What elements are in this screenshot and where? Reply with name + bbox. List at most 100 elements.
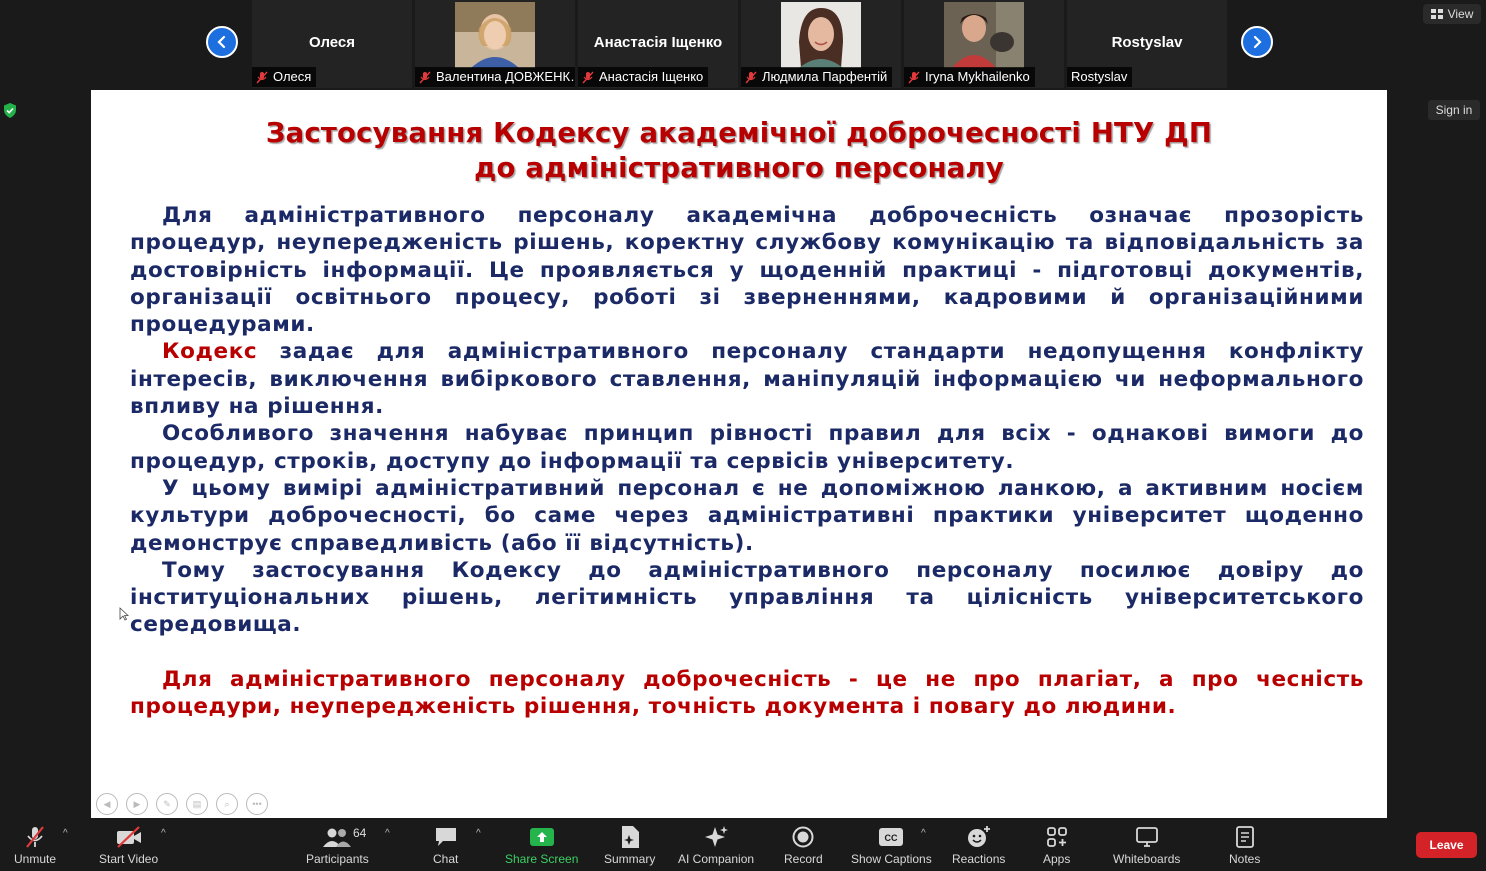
- ai-companion-label: AI Companion: [678, 852, 755, 866]
- start-video-label: Start Video: [99, 852, 159, 866]
- participant-label: Анастасія Іщенко: [578, 67, 709, 87]
- participant-photo: [944, 2, 1024, 68]
- participant-name: Олеся: [308, 34, 356, 51]
- participant-label-text: Людмила Парфентій: [762, 69, 888, 84]
- muted-mic-icon: [908, 71, 920, 83]
- next-page-button[interactable]: [1241, 26, 1273, 58]
- participant-strip: Олеся Олеся Валентина ДОВЖЕНК… Анастасія…: [0, 0, 1486, 90]
- participant-photo: [781, 2, 861, 68]
- chevron-left-icon: [217, 35, 226, 49]
- slide-tools: ◀ ▶ ✎ ▤ ⌕ •••: [96, 793, 268, 815]
- encryption-shield-icon[interactable]: [3, 103, 17, 118]
- participants-count: 64: [353, 826, 367, 840]
- slide-paragraph: У цьому вимірі адміністративний персонал…: [130, 475, 1364, 556]
- participant-tile[interactable]: Олеся Олеся: [252, 0, 412, 88]
- summary-button[interactable]: Summary: [604, 824, 655, 866]
- leave-button[interactable]: Leave: [1416, 832, 1477, 858]
- view-button[interactable]: View: [1423, 4, 1481, 24]
- reactions-label: Reactions: [952, 852, 1006, 866]
- video-off-icon: [116, 826, 141, 848]
- summary-label: Summary: [604, 852, 656, 866]
- muted-mic-icon: [419, 71, 431, 83]
- participant-tile[interactable]: Людмила Парфентій: [741, 0, 901, 88]
- participant-tile[interactable]: Iryna Mykhailenko: [904, 0, 1064, 88]
- slide-paragraph: Для адміністративного персоналу академіч…: [130, 203, 1364, 338]
- participant-label: Валентина ДОВЖЕНК…: [415, 67, 575, 87]
- slides-icon[interactable]: ▤: [186, 793, 208, 815]
- meeting-toolbar: Unmute ^ Start Video ^ Participants 64 ^…: [0, 818, 1486, 871]
- participant-label: Rostyslav: [1067, 67, 1133, 87]
- video-options-caret[interactable]: ^: [161, 828, 166, 839]
- muted-mic-icon: [582, 71, 594, 83]
- share-screen-icon: [529, 828, 554, 846]
- participants-label: Participants: [306, 852, 369, 866]
- participant-label-text: Iryna Mykhailenko: [925, 69, 1030, 84]
- view-label: View: [1447, 7, 1474, 21]
- participant-label-text: Олеся: [273, 69, 312, 84]
- chat-button[interactable]: Chat: [433, 824, 458, 866]
- record-icon: [792, 826, 814, 848]
- unmute-button[interactable]: Unmute: [14, 824, 56, 866]
- mouse-pointer-icon: [119, 607, 129, 621]
- participant-tile[interactable]: Валентина ДОВЖЕНК…: [415, 0, 575, 88]
- participant-label-text: Rostyslav: [1071, 69, 1128, 84]
- previous-slide-icon[interactable]: ◀: [96, 793, 118, 815]
- notes-button[interactable]: Notes: [1229, 824, 1260, 866]
- participant-tile[interactable]: Анастасія Іщенко Анастасія Іщенко: [578, 0, 738, 88]
- muted-mic-icon: [26, 826, 44, 848]
- more-icon[interactable]: •••: [246, 793, 268, 815]
- apps-icon: [1046, 827, 1067, 847]
- whiteboard-icon: [1135, 827, 1158, 847]
- record-label: Record: [784, 852, 823, 866]
- participant-label-text: Анастасія Іщенко: [599, 69, 704, 84]
- apps-label: Apps: [1043, 852, 1071, 866]
- chat-icon: [435, 828, 456, 846]
- chat-label: Chat: [433, 852, 459, 866]
- summary-icon: [621, 826, 639, 848]
- shared-slide: Застосування Кодексу академічної доброче…: [91, 90, 1387, 818]
- unmute-label: Unmute: [14, 852, 57, 866]
- audio-options-caret[interactable]: ^: [63, 828, 68, 839]
- captions-options-caret[interactable]: ^: [921, 828, 926, 839]
- slide-title-line: Застосування Кодексу академічної доброче…: [265, 117, 1213, 149]
- muted-mic-icon: [256, 71, 268, 83]
- slide-conclusion: Для адміністративного персоналу доброчес…: [130, 666, 1364, 720]
- slide-paragraph: Особливого значення набуває принцип рівн…: [130, 421, 1364, 474]
- sparkle-icon: [705, 826, 729, 847]
- share-screen-label: Share Screen: [505, 852, 579, 866]
- participants-options-caret[interactable]: ^: [385, 828, 390, 839]
- svg-text:CC: CC: [885, 833, 898, 843]
- slide-paragraph: Тому застосування Кодексу до адміністрат…: [130, 557, 1364, 638]
- whiteboards-button[interactable]: Whiteboards: [1113, 824, 1180, 866]
- participant-tile[interactable]: Rostyslav Rostyslav: [1067, 0, 1227, 88]
- captions-icon: CC: [879, 828, 904, 846]
- next-slide-icon[interactable]: ▶: [126, 793, 148, 815]
- previous-page-button[interactable]: [206, 26, 238, 58]
- start-video-button[interactable]: Start Video: [99, 824, 158, 866]
- notes-label: Notes: [1229, 852, 1261, 866]
- show-captions-label: Show Captions: [851, 852, 932, 866]
- slide-paragraph: Кодекс задає для адміністративного персо…: [130, 338, 1364, 420]
- sign-in-button[interactable]: Sign in: [1428, 100, 1480, 120]
- chat-options-caret[interactable]: ^: [476, 828, 481, 839]
- apps-button[interactable]: Apps: [1043, 824, 1070, 866]
- reactions-icon: [967, 826, 990, 847]
- pen-icon[interactable]: ✎: [156, 793, 178, 815]
- reactions-button[interactable]: Reactions: [952, 824, 1005, 866]
- slide-title-line: до адміністративного персоналу: [474, 152, 1004, 184]
- participant-name: Анастасія Іщенко: [593, 34, 723, 51]
- muted-mic-icon: [745, 71, 757, 83]
- whiteboards-label: Whiteboards: [1113, 852, 1181, 866]
- participant-label: Людмила Парфентій: [741, 67, 893, 87]
- record-button[interactable]: Record: [784, 824, 823, 866]
- participant-label: Олеся: [252, 67, 317, 87]
- share-screen-button[interactable]: Share Screen: [505, 824, 578, 866]
- show-captions-button[interactable]: CC Show Captions: [851, 824, 932, 866]
- participant-label-text: Валентина ДОВЖЕНК…: [436, 69, 575, 84]
- participant-name: Rostyslav: [1111, 34, 1183, 51]
- slide-paragraph-text: задає для адміністративного персоналу ст…: [130, 339, 1364, 420]
- grid-view-icon: [1430, 9, 1443, 19]
- ai-companion-button[interactable]: AI Companion: [678, 824, 754, 866]
- chevron-right-icon: [1253, 35, 1262, 49]
- zoom-icon[interactable]: ⌕: [216, 793, 238, 815]
